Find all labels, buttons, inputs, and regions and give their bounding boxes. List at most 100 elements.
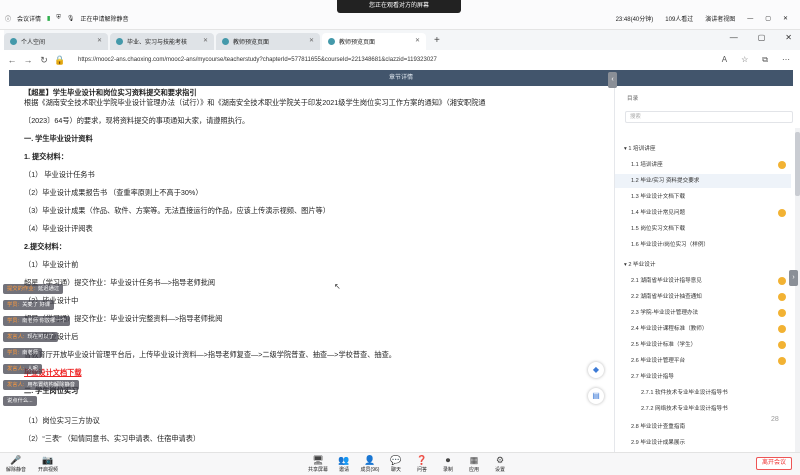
info-icon[interactable]: ⓘ bbox=[5, 14, 11, 23]
chat-text: 用布置结构解除静音 bbox=[27, 382, 76, 388]
toc-item[interactable]: 2.6 毕业设计管理平台 bbox=[615, 354, 791, 368]
chat-input[interactable]: 说点什么... bbox=[3, 396, 37, 406]
close-icon[interactable]: ✕ bbox=[783, 15, 788, 22]
browser-maximize-icon[interactable]: ▢ bbox=[758, 33, 766, 42]
doc-line: （1） 毕业设计任务书 bbox=[24, 170, 95, 179]
lock-icon[interactable]: 🔒 bbox=[52, 55, 68, 66]
toolbar-label: 设置 bbox=[494, 467, 505, 473]
toc-item-label: 2.7.1 软件技术专业毕业设计指导书 bbox=[641, 390, 728, 396]
tab-close-icon[interactable]: ✕ bbox=[203, 37, 208, 44]
toc-item[interactable]: 1.3 毕业设计文档下载 bbox=[615, 190, 791, 204]
toolbar-button[interactable]: ▦ 应用 bbox=[464, 455, 484, 473]
toc-item[interactable]: 2.2 湖南省毕业设计抽查通知 bbox=[615, 290, 791, 304]
toolbar-button[interactable]: 🎤 解除静音 bbox=[6, 455, 26, 473]
task-point-icon bbox=[778, 161, 786, 169]
toc-item[interactable]: 2.4 毕业设计课程标准（教师） bbox=[615, 322, 791, 336]
expand-arrow-icon[interactable]: › bbox=[789, 270, 798, 286]
collapse-arrow-icon[interactable]: ‹ bbox=[608, 72, 617, 88]
doc-line: （2）“三表” （知情同意书、实习申请表、住宿申请表） bbox=[24, 434, 201, 443]
toolbar-button[interactable]: 📷 开启视频 bbox=[38, 455, 58, 473]
toc-item[interactable]: 1.2 毕业/实习 资料提交要求 bbox=[615, 174, 791, 188]
browser-minimize-icon[interactable]: — bbox=[730, 33, 738, 42]
more-icon[interactable]: ⋯ bbox=[782, 55, 790, 65]
tab-close-icon[interactable]: ✕ bbox=[309, 37, 314, 44]
toolbar-label: 应用 bbox=[468, 467, 479, 473]
meeting-info-label[interactable]: 会议详情 bbox=[17, 14, 41, 23]
back-icon[interactable]: ← bbox=[4, 55, 20, 65]
forward-icon[interactable]: → bbox=[20, 55, 36, 65]
toc-item[interactable]: 2.9 毕业设计成果展示 bbox=[615, 436, 791, 450]
toc-item[interactable]: 2.7.2 网络技术专业毕业设计指导书 bbox=[615, 402, 791, 416]
toc-item-label: 1.1 培训讲座 bbox=[631, 162, 663, 168]
screen-share-banner: 您正在观看对方的屏幕 bbox=[337, 0, 461, 13]
chat-sender: 学员: bbox=[7, 350, 20, 356]
tab-teacher-preview-1[interactable]: 教师预览页面 ✕ bbox=[216, 33, 320, 50]
minimize-icon[interactable]: — bbox=[747, 16, 753, 22]
signal-icon: ▮ bbox=[47, 16, 51, 22]
toc-item-label: 2.4 毕业设计课程标准（教师） bbox=[631, 326, 708, 332]
task-point-icon bbox=[778, 357, 786, 365]
toc-item[interactable]: ▾ 2 毕业设计 bbox=[615, 258, 791, 272]
tab-personal-space[interactable]: 个人空间 ✕ bbox=[4, 33, 108, 50]
toc-item[interactable]: 1.1 培训讲座 bbox=[615, 158, 791, 172]
notes-icon[interactable]: ▤ bbox=[588, 388, 604, 404]
toc-item[interactable]: 2.7.1 软件技术专业毕业设计指导书 bbox=[615, 386, 791, 400]
toolbar-button[interactable]: ⏺ 录制 bbox=[438, 455, 458, 473]
browser-close-icon[interactable]: ✕ bbox=[785, 33, 792, 42]
mic-icon: 🎙 bbox=[66, 16, 75, 22]
chat-text: 现在可以了 bbox=[27, 334, 54, 340]
doc-line: 根据《湖南安全技术职业学院毕业设计管理办法（试行）》和《湖南安全技术职业学院关于… bbox=[24, 98, 486, 107]
tab-strip: 个人空间 ✕ 毕业、实习与技能考核 ✕ 教师预览页面 ✕ 教师预览页面 ✕ + bbox=[4, 33, 446, 50]
url-field[interactable]: https://mooc2-ans.chaoxing.com/mooc2-ans… bbox=[78, 57, 437, 63]
toc-item-label: 2 毕业设计 bbox=[628, 262, 656, 268]
toolbar-button[interactable]: ❓ 问答 bbox=[412, 455, 432, 473]
toc-item-label: 2.8 毕业设计查重指南 bbox=[631, 424, 686, 430]
toolbar-icon: 📷 bbox=[42, 455, 54, 465]
toc-item-label: 2.7.2 网络技术专业毕业设计指导书 bbox=[641, 406, 728, 412]
collections-icon[interactable]: ⧉ bbox=[762, 55, 768, 65]
doc-heading: 1. 提交材料： bbox=[24, 152, 68, 161]
meeting-top-bar: ⓘ 会议详情 ▮ ⛨ 🎙 正在申请解除静音 您正在观看对方的屏幕 23:48(4… bbox=[0, 0, 800, 30]
maximize-icon[interactable]: ▢ bbox=[765, 15, 771, 22]
viewer-count[interactable]: 109人看过 bbox=[665, 14, 693, 23]
toc-panel: 目录 搜索 ▾ 1 培训讲座 1.1 培训讲座 1.2 毕业/实习 资料提交要求 1.… bbox=[614, 86, 800, 462]
toc-item[interactable]: 1.5 岗位实习文档下载 bbox=[615, 222, 791, 236]
toc-item-label: 1.6 毕业设计/岗位实习（样例） bbox=[631, 242, 710, 248]
favorite-icon[interactable]: ☆ bbox=[741, 55, 748, 65]
toolbar-button[interactable]: ⚙ 设置 bbox=[490, 455, 510, 473]
toolbar-button[interactable]: 👤 成员(96) bbox=[360, 455, 380, 473]
task-point-icon bbox=[778, 209, 786, 217]
toc-item[interactable]: 2.5 毕业设计标准（学生） bbox=[615, 338, 791, 352]
read-aloud-icon[interactable]: A bbox=[722, 55, 727, 65]
leave-meeting-button[interactable]: 离开会议 bbox=[756, 457, 792, 470]
toc-item[interactable]: 1.4 毕业设计常见问题 bbox=[615, 206, 791, 220]
new-tab-button[interactable]: + bbox=[428, 33, 446, 50]
toc-item[interactable]: 2.7 毕业设计指导 bbox=[615, 370, 791, 384]
view-mode-button[interactable]: 演讲者视图 bbox=[705, 14, 735, 23]
toolbar-button[interactable]: 💬 聊天 bbox=[386, 455, 406, 473]
tab-teacher-preview-2[interactable]: 教师预览页面 ✕ bbox=[322, 33, 426, 50]
toc-item[interactable]: 1.6 毕业设计/岗位实习（样例） bbox=[615, 238, 791, 252]
mouse-cursor-icon: ↖ bbox=[334, 282, 341, 291]
toc-item-label: 2.5 毕业设计标准（学生） bbox=[631, 342, 697, 348]
address-bar-row: ← → ↻ 🔒 https://mooc2-ans.chaoxing.com/m… bbox=[4, 50, 800, 70]
toc-search-input[interactable]: 搜索 bbox=[625, 111, 793, 123]
toc-item[interactable]: ▾ 1 培训讲座 bbox=[615, 142, 791, 156]
toolbar-button[interactable]: 👥 邀请 bbox=[334, 455, 354, 473]
tab-graduation[interactable]: 毕业、实习与技能考核 ✕ bbox=[110, 33, 214, 50]
tab-favicon-icon bbox=[328, 38, 335, 45]
tab-close-icon[interactable]: ✕ bbox=[415, 37, 420, 44]
meeting-toolbar: 离开会议 🎤 解除静音 📷 开启视频 🖥 共享屏幕 👥 邀请 👤 成员(96) 💬 聊天 ❓ 问答 ⏺ 录制 ▦… bbox=[0, 452, 800, 475]
toolbar-label: 邀请 bbox=[338, 467, 349, 473]
chapter-page: 章节详情 【超星】学生毕业设计和岗位实习资料提交和要求指引 根据《湖南安全技术职业… bbox=[4, 70, 800, 462]
chat-message: 提交的作业: 延迟通过 bbox=[3, 284, 64, 294]
ai-assistant-icon[interactable]: ◆ bbox=[588, 362, 604, 378]
toc-item-label: 2.2 湖南省毕业设计抽查通知 bbox=[631, 294, 702, 300]
toolbar-button[interactable]: 🖥 共享屏幕 bbox=[308, 455, 328, 473]
toc-item[interactable]: 2.1 湖南省毕业设计指导意见 bbox=[615, 274, 791, 288]
toc-scroll-thumb[interactable] bbox=[795, 132, 800, 196]
tab-close-icon[interactable]: ✕ bbox=[97, 37, 102, 44]
toc-item[interactable]: 2.3 学院-毕业设计管理办法 bbox=[615, 306, 791, 320]
toc-item[interactable]: 2.8 毕业设计查重指南 bbox=[615, 420, 791, 434]
reload-icon[interactable]: ↻ bbox=[36, 55, 52, 66]
